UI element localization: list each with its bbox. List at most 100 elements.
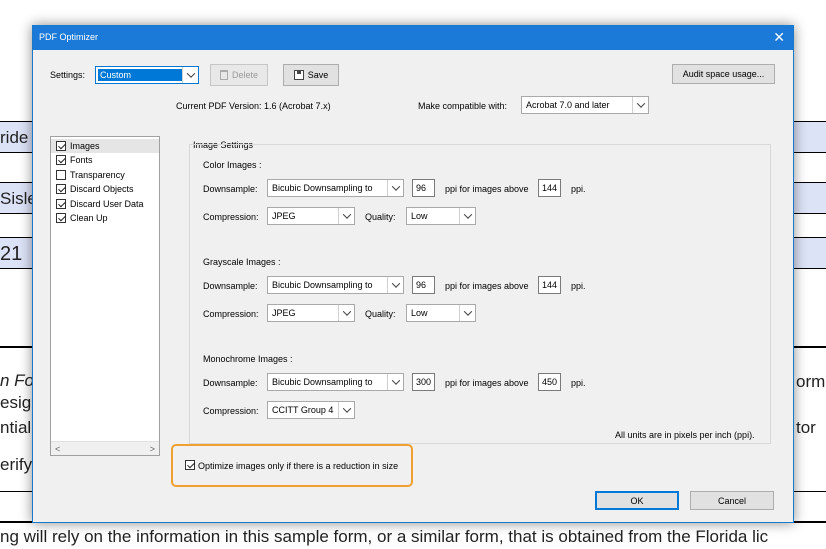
monochrome-images-title: Monochrome Images : — [203, 354, 293, 364]
downsample-label: Downsample: — [203, 378, 258, 388]
grayscale-above-input[interactable]: 144 — [538, 276, 561, 294]
grayscale-quality-dropdown[interactable]: Low — [406, 304, 476, 322]
doc-text: tor — [796, 418, 816, 437]
panel-list[interactable]: Images Fonts Transparency Discard Object… — [50, 136, 160, 456]
panel-item-discard-objects[interactable]: Discard Objects — [51, 182, 159, 196]
color-quality-dropdown[interactable]: Low — [406, 207, 476, 225]
chevron-down-icon — [338, 402, 354, 418]
grayscale-compression-dropdown[interactable]: JPEG — [267, 304, 355, 322]
monochrome-compression-dropdown[interactable]: CCITT Group 4 — [267, 401, 355, 419]
monochrome-downsample-dropdown[interactable]: Bicubic Downsampling to — [267, 373, 404, 391]
optimize-only-checkbox[interactable] — [185, 460, 195, 470]
color-downsample-dropdown[interactable]: Bicubic Downsampling to — [267, 179, 404, 197]
compression-value: JPEG — [272, 211, 296, 221]
ok-button[interactable]: OK — [595, 491, 679, 510]
compression-value: JPEG — [272, 308, 296, 318]
doc-text: erify — [0, 455, 33, 474]
dialog-title: PDF Optimizer — [39, 32, 99, 42]
compression-label: Compression: — [203, 309, 259, 319]
settings-dropdown[interactable]: Custom — [95, 66, 199, 84]
doc-text: 21 — [0, 243, 23, 265]
trash-icon — [219, 70, 228, 80]
delete-button[interactable]: Delete — [210, 64, 268, 86]
save-button[interactable]: Save — [283, 64, 339, 86]
ppi-above-label: ppi for images above — [445, 378, 529, 388]
ppi-label: ppi. — [571, 184, 586, 194]
panel-item-fonts[interactable]: Fonts — [51, 153, 159, 167]
optimize-only-label: Optimize images only if there is a reduc… — [198, 461, 399, 471]
images-checkbox[interactable] — [56, 141, 66, 151]
compression-value: CCITT Group 4 — [272, 405, 334, 415]
doc-text: ride — [0, 128, 29, 147]
monochrome-ppi-input[interactable]: 300 — [412, 373, 435, 391]
panel-item-label: Fonts — [70, 155, 93, 165]
doc-text: ntial, — [0, 418, 36, 437]
quality-label: Quality: — [365, 309, 396, 319]
chevron-down-icon — [387, 277, 403, 293]
title-bar: PDF Optimizer ✕ — [33, 26, 793, 50]
panel-item-images[interactable]: Images — [51, 139, 159, 153]
compression-label: Compression: — [203, 406, 259, 416]
panel-item-label: Discard Objects — [70, 184, 134, 194]
make-compatible-label: Make compatible with: — [418, 101, 508, 111]
quality-label: Quality: — [365, 212, 396, 222]
save-label: Save — [307, 70, 329, 80]
downsample-value: Bicubic Downsampling to — [272, 377, 373, 387]
close-icon[interactable]: ✕ — [773, 29, 785, 45]
monochrome-above-input[interactable]: 450 — [538, 373, 561, 391]
ppi-label: ppi. — [571, 281, 586, 291]
chevron-down-icon — [632, 97, 648, 113]
audit-space-usage-button[interactable]: Audit space usage... — [672, 64, 775, 84]
panel-item-label: Clean Up — [70, 213, 108, 223]
color-images-title: Color Images : — [203, 160, 262, 170]
chevron-down-icon — [338, 305, 354, 321]
downsample-label: Downsample: — [203, 184, 258, 194]
floppy-disk-icon — [293, 70, 304, 80]
color-ppi-input[interactable]: 96 — [412, 179, 435, 197]
panel-item-clean-up[interactable]: Clean Up — [51, 211, 159, 225]
chevron-down-icon — [387, 180, 403, 196]
panel-item-label: Transparency — [70, 170, 125, 180]
quality-value: Low — [411, 211, 428, 221]
panel-item-transparency[interactable]: Transparency — [51, 168, 159, 182]
pdf-optimizer-dialog: PDF Optimizer ✕ Settings: Custom Delete … — [32, 25, 794, 523]
chevron-down-icon — [459, 208, 475, 224]
transparency-checkbox[interactable] — [56, 170, 66, 180]
compression-label: Compression: — [203, 212, 259, 222]
horizontal-scrollbar[interactable]: < > — [51, 441, 159, 455]
clean-up-checkbox[interactable] — [56, 213, 66, 223]
grayscale-images-title: Grayscale Images : — [203, 257, 281, 267]
chevron-down-icon — [338, 208, 354, 224]
chevron-down-icon — [387, 374, 403, 390]
discard-objects-checkbox[interactable] — [56, 184, 66, 194]
color-above-input[interactable]: 144 — [538, 179, 561, 197]
panel-item-label: Images — [70, 141, 100, 151]
ppi-above-label: ppi for images above — [445, 184, 529, 194]
quality-value: Low — [411, 308, 428, 318]
ppi-label: ppi. — [571, 378, 586, 388]
ppi-above-label: ppi for images above — [445, 281, 529, 291]
cancel-button[interactable]: Cancel — [690, 491, 774, 510]
downsample-label: Downsample: — [203, 281, 258, 291]
settings-label: Settings: — [50, 70, 86, 80]
downsample-value: Bicubic Downsampling to — [272, 183, 373, 193]
downsample-value: Bicubic Downsampling to — [272, 280, 373, 290]
panel-item-label: Discard User Data — [70, 199, 144, 209]
doc-text: ng will rely on the information in this … — [0, 527, 769, 546]
panel-item-discard-user-data[interactable]: Discard User Data — [51, 197, 159, 211]
doc-text: orm v — [796, 372, 826, 391]
color-compression-dropdown[interactable]: JPEG — [267, 207, 355, 225]
fonts-checkbox[interactable] — [56, 155, 66, 165]
discard-user-data-checkbox[interactable] — [56, 199, 66, 209]
scroll-right-icon[interactable]: > — [150, 444, 155, 454]
compatibility-value: Acrobat 7.0 and later — [526, 100, 610, 110]
chevron-down-icon — [182, 67, 198, 83]
units-note: All units are in pixels per inch (ppi). — [615, 430, 755, 440]
delete-label: Delete — [231, 70, 258, 80]
current-pdf-version: Current PDF Version: 1.6 (Acrobat 7.x) — [176, 101, 331, 111]
scroll-left-icon[interactable]: < — [55, 444, 60, 454]
grayscale-ppi-input[interactable]: 96 — [412, 276, 435, 294]
grayscale-downsample-dropdown[interactable]: Bicubic Downsampling to — [267, 276, 404, 294]
chevron-down-icon — [459, 305, 475, 321]
compatibility-dropdown[interactable]: Acrobat 7.0 and later — [521, 96, 649, 114]
